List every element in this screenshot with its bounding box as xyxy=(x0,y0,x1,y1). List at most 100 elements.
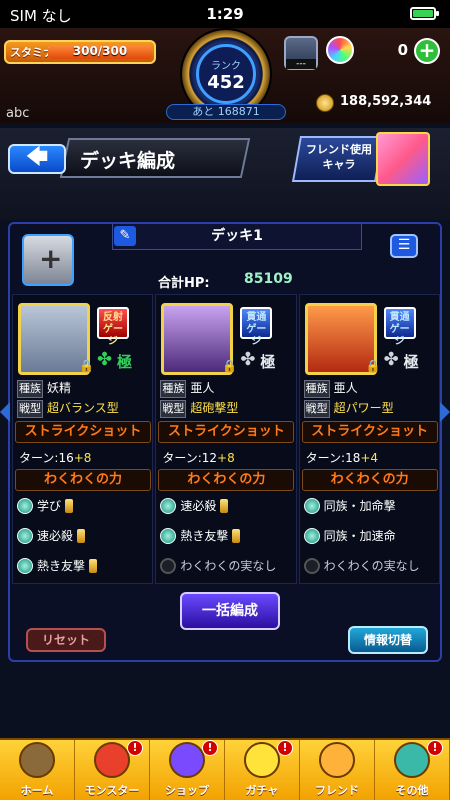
notice-badge: ! xyxy=(277,740,293,756)
total-hp-value: 85109 xyxy=(244,271,293,287)
deck-name-tab: デッキ1 xyxy=(112,224,362,250)
stamina-gauge: スタミナ 300/300 xyxy=(4,40,156,64)
fruit-icon xyxy=(160,497,177,514)
type-label: 戦型 xyxy=(303,400,330,418)
notice-badge: ! xyxy=(127,740,143,756)
bulk-edit-button[interactable]: 一括編成 xyxy=(180,592,280,630)
ability-3: わくわくの実なし xyxy=(303,557,420,579)
monster-card-3[interactable]: 🔒 貫通 ゲージ ✤ 極 種族 亜人 戦型 超パワー型 ストライクショット ターン:1… xyxy=(298,294,440,584)
total-hp-label: 合計HP: xyxy=(158,276,210,291)
friend-character-label[interactable]: フレンド使用 キャラ xyxy=(300,142,378,172)
race-row: 種族 妖精 xyxy=(17,379,72,398)
potion-icon xyxy=(232,528,241,543)
potion-icon xyxy=(77,528,86,543)
nav-home[interactable]: ホーム xyxy=(0,740,75,800)
ability-1: 同族・加命撃 xyxy=(303,497,396,519)
shop-icon xyxy=(169,742,205,778)
coin-value: 188,592,344 xyxy=(340,94,432,109)
race-value: 亜人 xyxy=(190,381,215,395)
monster-card-1[interactable]: 🔒 反射 ゲージ ✤ 極 種族 妖精 戦型 超バランス型 ストライクショット ターン:… xyxy=(12,294,154,584)
nav-friend[interactable]: フレンド xyxy=(300,740,375,800)
race-label: 種族 xyxy=(160,380,187,398)
fruit-icon xyxy=(303,497,320,514)
battery-icon xyxy=(410,7,439,20)
info-toggle-button[interactable]: 情報切替 xyxy=(348,626,428,654)
nav-shop[interactable]: ! ショップ xyxy=(150,740,225,800)
monster-card-2[interactable]: 🔒 貫通 ゲージ ✤ 極 種族 亜人 戦型 超砲撃型 ストライクショット ターン:12… xyxy=(155,294,297,584)
potion-icon xyxy=(65,498,74,513)
lock-icon: 🔒 xyxy=(79,359,94,373)
turn-count: ターン:16+8 xyxy=(19,451,92,465)
back-button[interactable]: 🡄 xyxy=(8,144,66,174)
deck-name: デッキ1 xyxy=(211,228,263,244)
other-icon xyxy=(394,742,430,778)
friend-label-line1: フレンド使用 xyxy=(306,143,372,156)
ability-2: 同族・加速命 xyxy=(303,527,396,549)
scroll-left-arrow-icon[interactable] xyxy=(0,402,10,422)
turn-count: ターン:18+4 xyxy=(305,451,379,465)
status-bar: SIM なし 1:29 xyxy=(0,0,450,28)
ability-3: わくわくの実なし xyxy=(160,557,276,579)
pencil-icon[interactable]: ✎ xyxy=(114,226,136,246)
clover-icon: ✤ xyxy=(383,349,399,370)
list-icon[interactable]: ☰ xyxy=(390,234,418,258)
friend-character-portrait[interactable] xyxy=(376,132,430,186)
ability-3: 熱き友撃 xyxy=(17,557,98,579)
type-value: 超バランス型 xyxy=(47,401,119,415)
race-value: 妖精 xyxy=(47,381,72,395)
fruit-icon xyxy=(17,497,33,514)
coin-icon xyxy=(316,94,334,112)
gimmick-badge: 貫通 ゲージ xyxy=(240,307,273,347)
deck-add-button[interactable] xyxy=(22,234,74,286)
type-label: 戦型 xyxy=(160,400,187,418)
nav-gacha[interactable]: ! ガチャ xyxy=(225,740,300,800)
deck-cards: 🔒 反射 ゲージ ✤ 極 種族 妖精 戦型 超バランス型 ストライクショット ターン:… xyxy=(12,294,440,584)
lock-icon: 🔒 xyxy=(222,359,238,373)
notice-badge: ! xyxy=(427,740,443,756)
ability-1: 学び xyxy=(17,497,74,519)
type-row: 戦型 超パワー型 xyxy=(303,399,394,418)
turn-count: ターン:12+8 xyxy=(162,451,235,465)
strike-shot-header: ストライクショット xyxy=(15,421,151,443)
luck-rank: 極 xyxy=(260,353,276,371)
race-row: 種族 亜人 xyxy=(303,379,358,398)
reset-button[interactable]: リセット xyxy=(26,628,106,652)
home-icon xyxy=(19,742,55,778)
orb-count: 0 xyxy=(397,41,408,59)
lamp-icon[interactable] xyxy=(284,36,318,70)
type-row: 戦型 超バランス型 xyxy=(17,399,119,418)
empty-fruit-icon xyxy=(160,557,177,574)
nav-other[interactable]: ! その他 xyxy=(375,740,450,800)
race-label: 種族 xyxy=(303,380,330,398)
fruit-icon xyxy=(17,527,33,544)
clock: 1:29 xyxy=(206,5,244,23)
clover-icon: ✤ xyxy=(240,349,256,370)
rank-label: ランク xyxy=(211,61,241,72)
gimmick-badge: 貫通 ゲージ xyxy=(383,307,416,347)
type-value: 超パワー型 xyxy=(333,401,394,415)
rank-value: 452 xyxy=(207,72,245,93)
ability-2: 熱き友撃 xyxy=(160,527,241,549)
nav-monster[interactable]: ! モンスター xyxy=(75,740,150,800)
scroll-right-arrow-icon[interactable] xyxy=(440,402,450,422)
lock-icon: 🔒 xyxy=(365,359,381,373)
fruit-icon xyxy=(160,527,177,544)
ability-1: 速必殺 xyxy=(160,497,229,519)
type-label: 戦型 xyxy=(17,400,43,418)
clover-icon: ✤ xyxy=(97,349,113,370)
waku-power-header: わくわくの力 xyxy=(301,469,438,491)
rank-next-exp: あと 168871 xyxy=(166,104,286,120)
back-arrow-icon: 🡄 xyxy=(25,145,49,170)
ability-2: 速必殺 xyxy=(17,527,86,549)
deck-panel: デッキ1 ✎ ☰ 合計HP: 85109 🔒 反射ゲージ ✤ 極 種族妖精 戦型… xyxy=(8,222,442,662)
empty-fruit-icon xyxy=(303,557,320,574)
top-hud: スタミナ 300/300 ランク 452 あと 168871 0 + 188,5… xyxy=(0,28,450,123)
type-value: 超砲撃型 xyxy=(190,401,239,415)
battery-fill xyxy=(413,10,433,17)
add-orb-button[interactable]: + xyxy=(414,38,440,64)
luck-rank: 極 xyxy=(117,353,133,371)
fruit-icon xyxy=(303,527,320,544)
potion-icon xyxy=(89,558,98,573)
rank-inner: ランク 452 xyxy=(196,44,256,104)
race-label: 種族 xyxy=(17,380,43,398)
